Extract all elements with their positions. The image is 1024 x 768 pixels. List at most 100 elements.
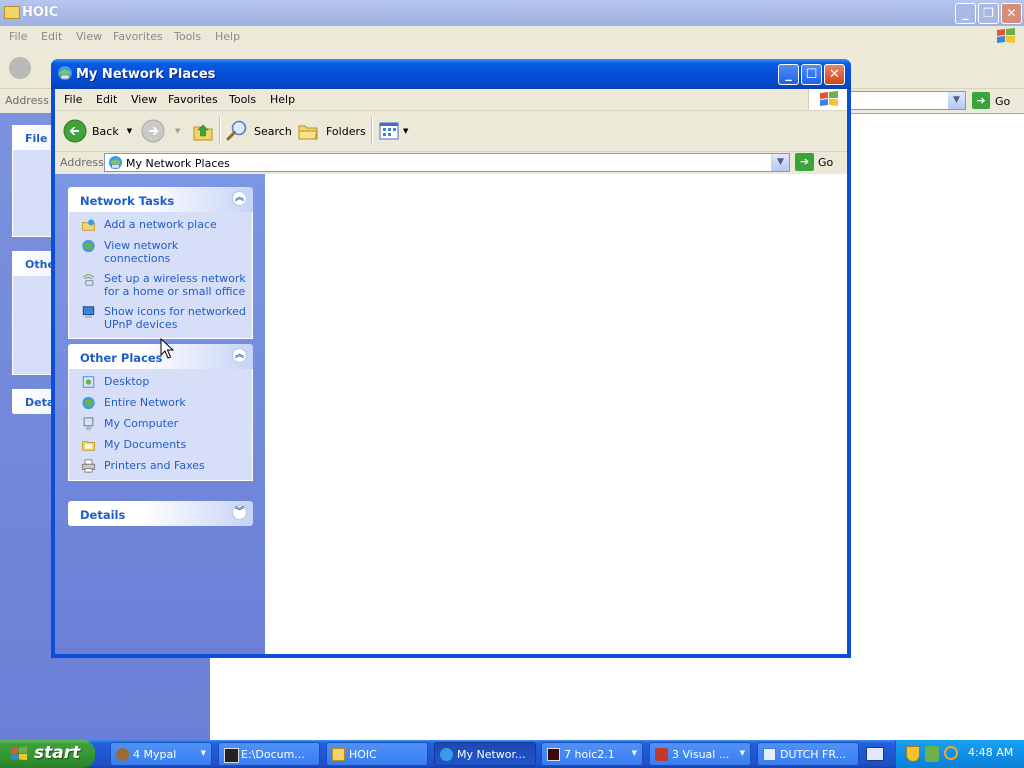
address-value: My Network Places [126, 157, 230, 170]
background-window-titlebar[interactable]: HOIC _ ❐ ✕ [0, 0, 1024, 26]
chevron-down-icon: ▼ [739, 749, 745, 757]
views-icon [379, 122, 399, 140]
folders-button[interactable]: Folders [297, 117, 366, 145]
menu-help[interactable]: Help [270, 93, 295, 106]
details-panel: Details ︾ [68, 501, 253, 526]
place-my-documents[interactable]: My Documents [69, 438, 252, 452]
taskbar-button-visual[interactable]: 3 Visual ... ▼ [649, 742, 751, 766]
menu-file[interactable]: File [64, 93, 82, 106]
task-setup-wireless-network[interactable]: Set up a wireless network for a home or … [69, 272, 252, 298]
network-connections-icon [82, 239, 95, 253]
clock[interactable]: 4:48 AM [968, 746, 1013, 759]
go-label[interactable]: Go [995, 95, 1010, 108]
close-button[interactable]: ✕ [1001, 3, 1022, 24]
network-tasks-list: Add a network place View network connect… [68, 212, 253, 339]
taskbar-button-hoic[interactable]: HOIC [326, 742, 428, 766]
network-places-icon [440, 748, 453, 761]
console-icon [547, 748, 560, 761]
menu-help[interactable]: Help [215, 30, 240, 43]
upnp-devices-icon [82, 306, 95, 319]
place-my-computer[interactable]: My Computer [69, 417, 252, 431]
menu-file[interactable]: File [9, 30, 27, 43]
chevron-down-icon[interactable]: ▼ [403, 127, 408, 135]
network-tasks-header[interactable]: Network Tasks ︽ [68, 187, 253, 212]
chevron-down-icon[interactable]: ▼ [175, 127, 180, 135]
network-tray-icon[interactable] [925, 746, 939, 762]
chevron-down-icon[interactable]: ▼ [127, 127, 132, 135]
mouse-cursor-icon [160, 338, 174, 359]
folders-icon [298, 125, 318, 140]
search-button[interactable]: Search [225, 117, 292, 145]
back-arrow-icon[interactable] [9, 57, 31, 79]
task-show-upnp-devices[interactable]: Show icons for networked UPnP devices [69, 305, 252, 331]
minimize-button[interactable]: _ [955, 3, 976, 24]
background-window-title: HOIC [22, 5, 59, 20]
menu-edit[interactable]: Edit [96, 93, 117, 106]
security-shield-icon[interactable] [906, 746, 920, 762]
chevron-down-icon[interactable]: ▼ [948, 92, 965, 109]
go-arrow-icon[interactable]: ➔ [972, 92, 990, 109]
menu-edit[interactable]: Edit [41, 30, 62, 43]
back-button[interactable]: Back ▼ [63, 117, 132, 145]
close-button[interactable]: ✕ [824, 64, 845, 85]
maximize-button[interactable]: ☐ [801, 64, 822, 85]
expand-chevron-icon[interactable]: ︾ [232, 505, 247, 520]
details-header[interactable]: Details ︾ [68, 501, 253, 526]
place-desktop[interactable]: Desktop [69, 375, 252, 389]
start-button[interactable]: start [0, 740, 95, 768]
taskbar-button-hoic2[interactable]: 7 hoic2.1 ▼ [541, 742, 643, 766]
system-tray: 4:48 AM [895, 740, 1024, 768]
taskbar-button-my-network-places[interactable]: My Networ... [434, 742, 536, 766]
up-folder-button[interactable] [191, 117, 215, 145]
go-arrow-icon: ➔ [795, 153, 814, 171]
minimize-button[interactable]: _ [778, 64, 799, 85]
toolbar: Back ▼ ▼ Search Folders ▼ [55, 111, 847, 152]
place-label: Desktop [104, 375, 150, 388]
folders-label: Folders [326, 124, 366, 138]
menubar: File Edit View Favorites Tools Help [55, 89, 847, 111]
taskbar-button-mypal[interactable]: 4 Mypal ▼ [110, 742, 212, 766]
collapse-chevron-icon[interactable]: ︽ [232, 191, 247, 206]
views-button[interactable]: ▼ [377, 117, 408, 145]
menu-favorites[interactable]: Favorites [168, 93, 218, 106]
browser-icon [116, 748, 129, 761]
chevron-down-icon[interactable]: ▼ [771, 154, 789, 171]
document-icon [763, 748, 776, 761]
collapse-chevron-icon[interactable]: ︽ [232, 348, 247, 363]
menu-favorites[interactable]: Favorites [113, 30, 163, 43]
toolbar-separator [371, 117, 373, 145]
menu-view[interactable]: View [76, 30, 102, 43]
restore-button[interactable]: ❐ [978, 3, 999, 24]
go-button[interactable]: ➔ Go [795, 153, 833, 171]
globe-icon [82, 396, 95, 410]
address-input[interactable]: My Network Places ▼ [104, 153, 790, 172]
search-label: Search [254, 124, 292, 138]
go-label: Go [818, 155, 834, 169]
chevron-down-icon: ▼ [631, 749, 637, 757]
task-view-network-connections[interactable]: View network connections [69, 239, 252, 265]
menu-view[interactable]: View [131, 93, 157, 106]
place-label: Entire Network [104, 396, 186, 409]
task-label: Add a network place [104, 218, 217, 231]
address-label: Address [60, 156, 104, 169]
window-titlebar[interactable]: My Network Places _ ☐ ✕ [51, 59, 851, 89]
place-entire-network[interactable]: Entire Network [69, 396, 252, 410]
other-places-list: Desktop Entire Network My Computer My Do… [68, 369, 253, 481]
keyboard-icon[interactable] [866, 747, 884, 761]
archive-icon [224, 748, 239, 763]
forward-button[interactable]: ▼ [141, 117, 180, 145]
content-area[interactable] [265, 174, 847, 654]
taskbar-button-documents[interactable]: E:\Docum... [218, 742, 320, 766]
details-title: Details [80, 508, 126, 522]
taskbar: start 4 Mypal ▼ E:\Docum... HOIC My Netw… [0, 740, 1024, 768]
search-tray-icon[interactable] [944, 746, 958, 760]
search-icon [226, 120, 247, 141]
network-tasks-title: Network Tasks [80, 194, 175, 208]
place-printers-and-faxes[interactable]: Printers and Faxes [69, 459, 252, 473]
my-documents-icon [82, 441, 95, 451]
menu-tools[interactable]: Tools [229, 93, 256, 106]
task-add-network-place[interactable]: Add a network place [69, 218, 252, 232]
background-menubar: File Edit View Favorites Tools Help [0, 26, 1024, 49]
menu-tools[interactable]: Tools [174, 30, 201, 43]
taskbar-button-dutch[interactable]: DUTCH FR... [757, 742, 859, 766]
